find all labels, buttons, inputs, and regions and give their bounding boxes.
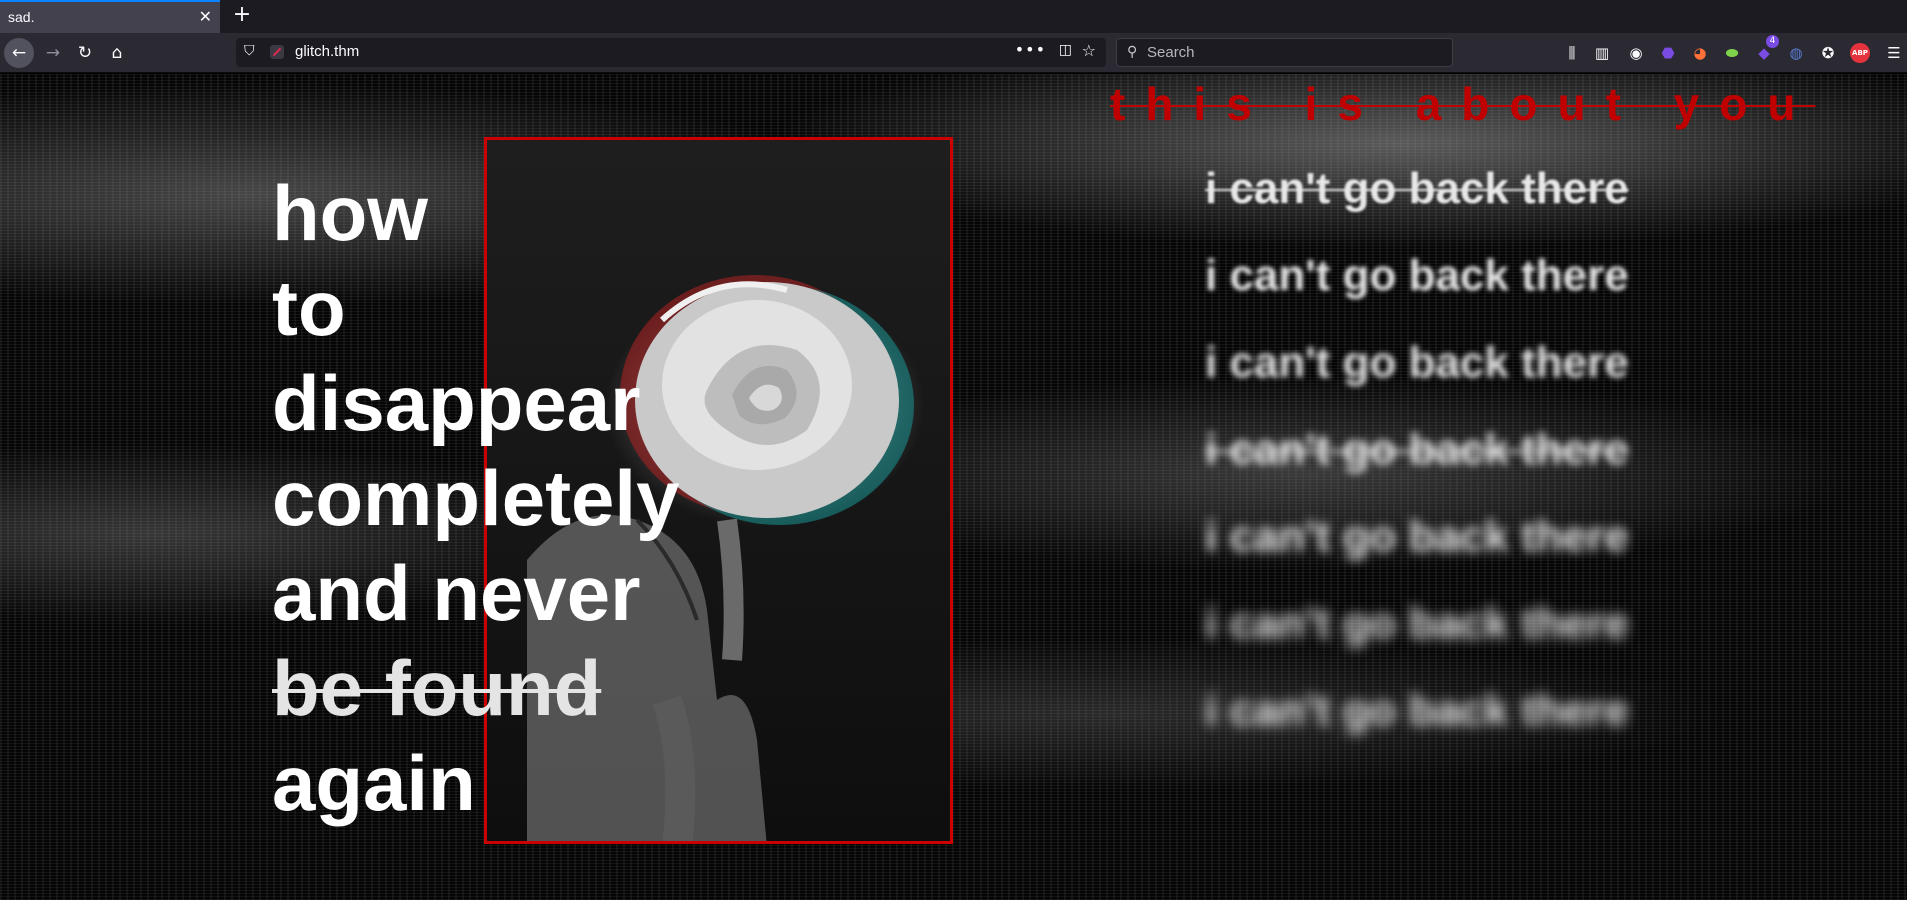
library-icon[interactable]: ⫼ [1562,43,1582,63]
tagline: this is about you [1110,78,1816,130]
tracking-shield-icon[interactable]: ⛉ [244,43,255,59]
repeat-line: i can't go back there [1205,686,1629,735]
firefox-extension-icon[interactable]: ◕ [1690,43,1710,63]
headline-line-2: to [272,264,346,352]
url-text[interactable]: glitch.thm [295,43,359,60]
extension-colorful-icon[interactable]: ✪ [1818,43,1838,63]
extension-badge: 4 [1766,35,1779,48]
extension-purple-icon[interactable]: ⬣ [1658,43,1678,63]
reload-icon[interactable]: ↻ [70,38,100,68]
headline-line-3: disappear [272,359,641,447]
navigation-bar: ← → ↻ ⌂ ⛉ glitch.thm ••• ◫ ☆ ⚲ ⫼ ▥ ◉ ⬣ ◕… [0,33,1907,73]
tab-sad[interactable]: sad. ✕ [0,0,220,33]
tab-bar: sad. ✕ + [0,0,1907,33]
search-icon: ⚲ [1127,44,1138,60]
sidebar-icon[interactable]: ▥ [1592,43,1612,63]
back-arrow-icon[interactable]: ← [4,38,34,68]
repeat-line: i can't go back there [1205,425,1629,474]
repeated-lines: i can't go back there i can't go back th… [1205,164,1705,773]
repeat-line: i can't go back there [1205,251,1629,300]
headline-line-5: and never [272,549,641,637]
page-content: how to disappear completely and never be… [0,74,1907,900]
headline-struck-line: be found [272,644,602,732]
headline-line-1: how [272,169,428,257]
search-input[interactable] [1147,39,1447,66]
bookmark-star-icon[interactable]: ☆ [1082,41,1096,60]
headline: how to disappear completely and never be… [272,166,679,831]
address-bar[interactable]: ⛉ glitch.thm ••• ◫ ☆ [236,38,1106,67]
headline-line-4: completely [272,454,680,542]
extension-green-icon[interactable]: ⬬ [1722,43,1742,63]
search-bar[interactable]: ⚲ [1116,38,1453,67]
pocket-icon[interactable]: ◫ [1059,42,1072,58]
repeat-line: i can't go back there [1205,164,1629,213]
close-tab-icon[interactable]: ✕ [199,7,212,26]
tab-title: sad. [8,9,35,25]
page-actions-icon[interactable]: ••• [1015,40,1046,59]
extension-globe-icon[interactable]: ◍ [1786,43,1806,63]
insecure-connection-icon[interactable] [270,45,284,59]
new-tab-icon[interactable]: + [230,2,254,27]
forward-arrow-icon[interactable]: → [38,38,68,68]
repeat-line: i can't go back there [1205,338,1629,387]
account-icon[interactable]: ◉ [1626,43,1646,63]
adblock-plus-icon[interactable]: ABP [1850,43,1870,63]
menu-icon[interactable]: ☰ [1884,43,1904,63]
headline-line-last: again [272,739,476,827]
home-icon[interactable]: ⌂ [102,38,132,68]
repeat-line: i can't go back there [1205,512,1629,561]
repeat-line: i can't go back there [1205,599,1629,648]
